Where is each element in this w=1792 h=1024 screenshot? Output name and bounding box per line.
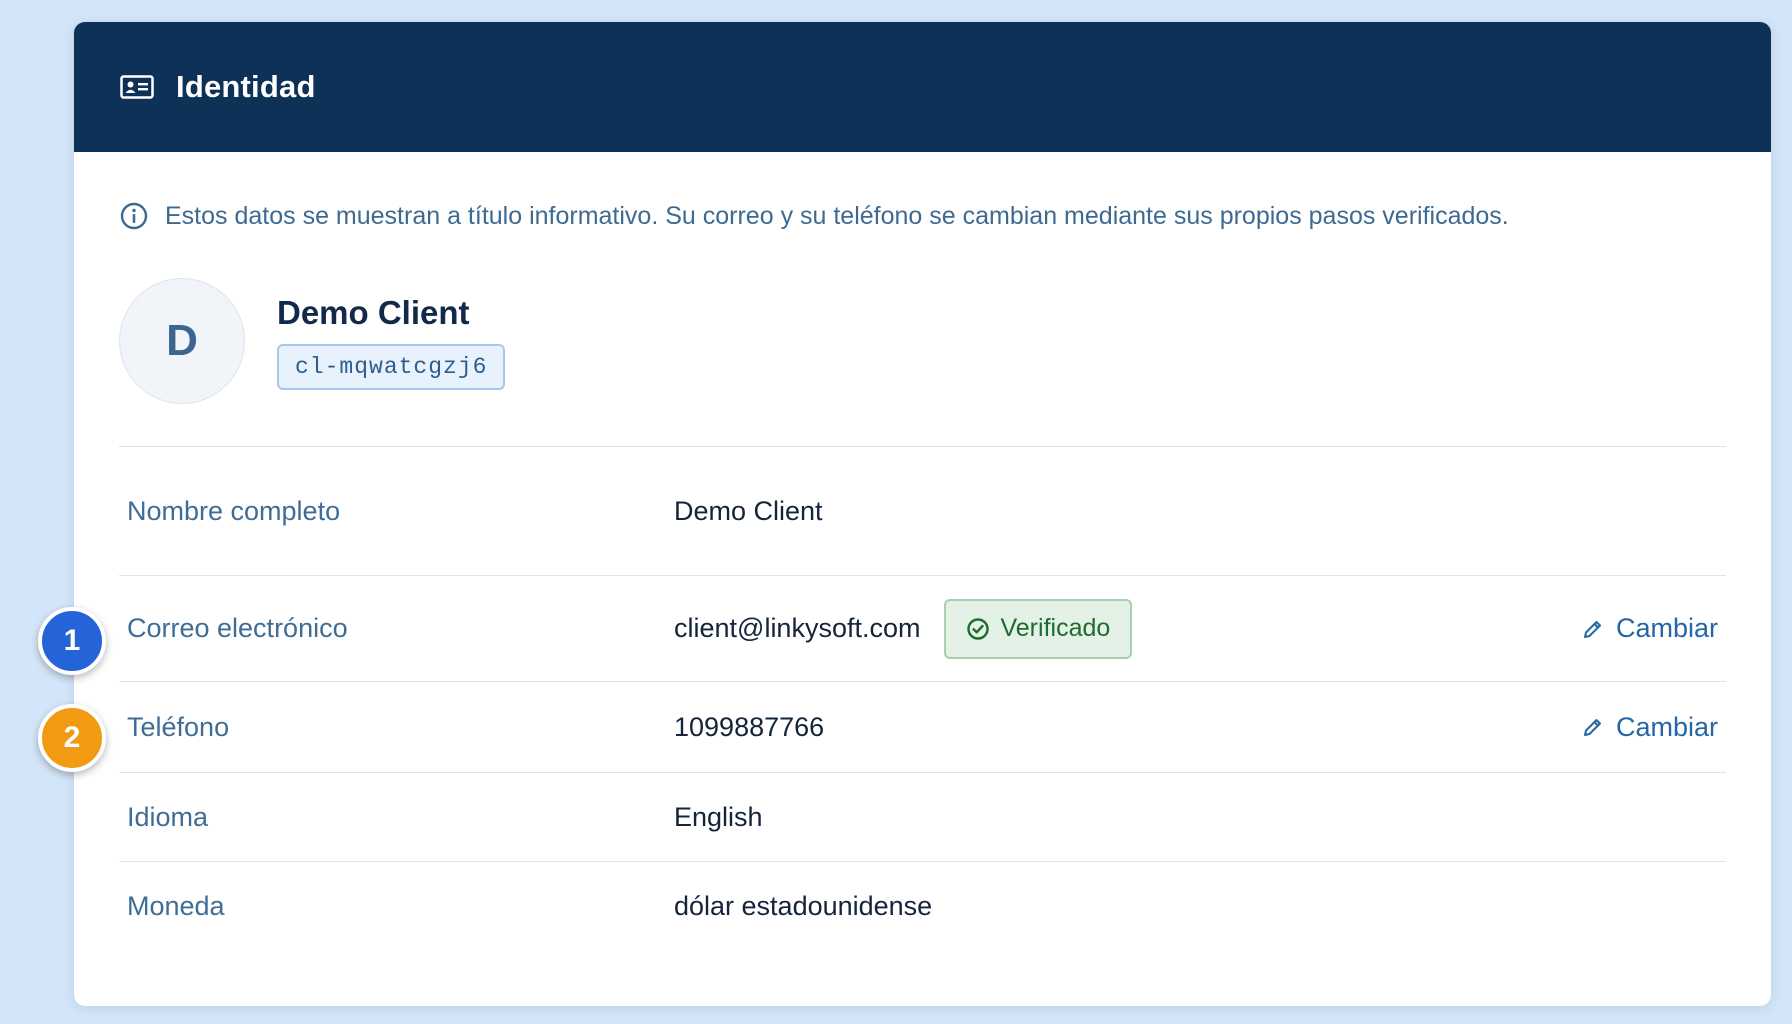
currency-value: dólar estadounidense	[674, 890, 933, 921]
step-marker-2: 2	[38, 704, 106, 772]
avatar: D	[119, 278, 245, 404]
row-value-container: client@linkysoft.com Verificado	[674, 598, 1582, 659]
profile-name: Demo Client	[277, 294, 470, 331]
card-body: Estos datos se muestran a título informa…	[74, 198, 1771, 950]
step-marker-1: 1	[38, 607, 106, 675]
verified-badge: Verificado	[944, 598, 1133, 659]
id-card-icon	[120, 75, 154, 99]
row-phone: Teléfono 1099887766 Cambiar	[119, 682, 1726, 773]
row-value: Demo Client	[674, 495, 823, 526]
info-text: Estos datos se muestran a título informa…	[165, 202, 1509, 230]
phone-value: 1099887766	[674, 711, 825, 742]
row-label: Teléfono	[127, 711, 230, 742]
email-value: client@linkysoft.com	[674, 613, 921, 643]
language-value: English	[674, 801, 763, 832]
card-header: Identidad	[74, 22, 1771, 152]
info-notice: Estos datos se muestran a título informa…	[119, 198, 1726, 234]
verified-label: Verificado	[1000, 614, 1111, 642]
row-label: Idioma	[127, 801, 209, 832]
change-email-label: Cambiar	[1615, 613, 1718, 643]
change-phone-button[interactable]: Cambiar	[1582, 712, 1718, 743]
info-circle-icon	[119, 201, 149, 231]
change-phone-label: Cambiar	[1615, 711, 1718, 742]
row-label: Correo electrónico	[127, 613, 348, 643]
details-list: Nombre completo Demo Client Correo elect…	[119, 447, 1726, 950]
change-email-button[interactable]: Cambiar	[1582, 613, 1718, 644]
row-language: Idioma English	[119, 773, 1726, 862]
row-label: Moneda	[127, 890, 225, 921]
pencil-icon	[1583, 620, 1601, 638]
row-label: Nombre completo	[127, 495, 341, 526]
check-circle-icon	[967, 617, 990, 640]
row-email: Correo electrónico client@linkysoft.com …	[119, 576, 1726, 682]
pencil-icon	[1583, 719, 1601, 736]
card-title: Identidad	[176, 69, 316, 104]
identity-card: Identidad Estos datos se muestran a títu…	[73, 21, 1772, 1007]
row-currency: Moneda dólar estadounidense	[119, 862, 1726, 950]
client-id-chip: cl-mqwatcgzj6	[277, 344, 506, 390]
profile-summary: D Demo Client cl-mqwatcgzj6	[119, 278, 1726, 404]
row-full-name: Nombre completo Demo Client	[119, 447, 1726, 576]
profile-info: Demo Client cl-mqwatcgzj6	[277, 292, 506, 390]
